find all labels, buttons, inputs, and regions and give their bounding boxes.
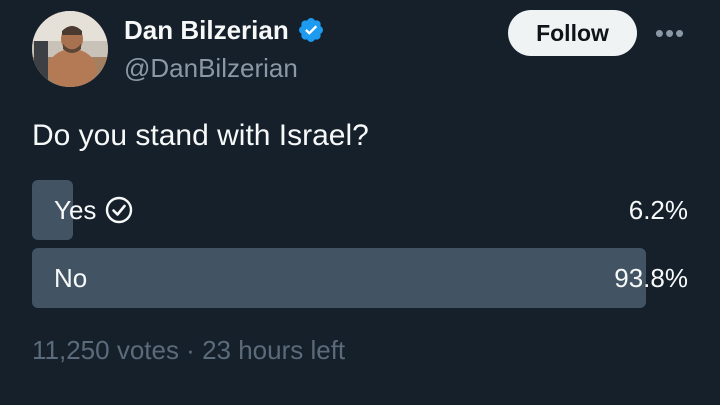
poll-option-yes[interactable]: Yes 6.2%	[32, 180, 688, 240]
avatar[interactable]	[32, 11, 108, 87]
poll-option-label: Yes	[54, 180, 134, 240]
poll-option-text: Yes	[54, 194, 97, 225]
author-name-row[interactable]: Dan Bilzerian	[124, 14, 325, 46]
poll-option-label: No	[54, 248, 87, 308]
poll-bar-no	[32, 248, 646, 308]
follow-button[interactable]: Follow	[508, 10, 637, 56]
verified-badge-icon[interactable]	[297, 16, 325, 44]
poll-question: Do you stand with Israel?	[32, 119, 369, 152]
poll-option-no[interactable]: No 93.8%	[32, 248, 688, 308]
avatar-image	[32, 11, 108, 87]
poll-percent-no: 93.8%	[614, 262, 688, 293]
poll-option-text: No	[54, 262, 88, 293]
check-circle-icon	[104, 195, 134, 225]
poll-percent-yes: 6.2%	[628, 194, 688, 225]
more-horizontal-icon[interactable]: •••	[650, 18, 690, 48]
author-display-name[interactable]: Dan Bilzerian	[124, 14, 289, 46]
poll-meta: 11,250 votes · 23 hours left	[32, 335, 346, 365]
author-handle[interactable]: @DanBilzerian	[124, 52, 298, 84]
